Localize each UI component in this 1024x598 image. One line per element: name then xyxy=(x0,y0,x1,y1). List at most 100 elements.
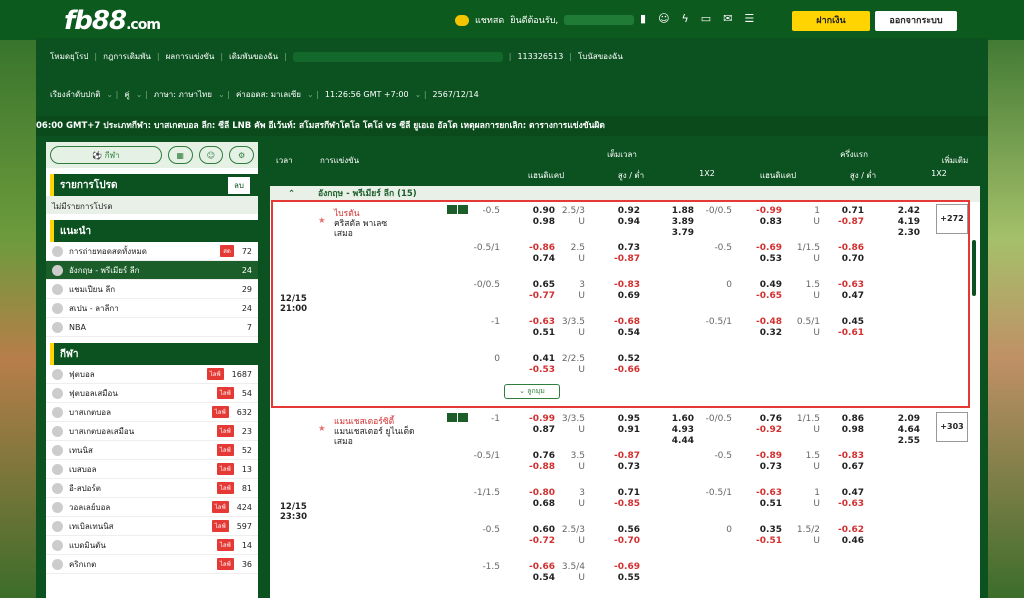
logo[interactable]: fb88.com xyxy=(64,6,161,36)
blurred-info xyxy=(292,51,503,62)
list-item[interactable]: เทเบิลเทนนิส ไลฟ์ 597 xyxy=(46,517,258,536)
favorite-star-icon[interactable]: ★ xyxy=(318,424,326,434)
nav-row-2: เรียงลำดับปกติ ⌄ | คู่ ⌄ | ภาษา: ภาษาไทย ⌄ … xyxy=(50,88,479,101)
calendar-icon[interactable]: ▦ xyxy=(167,146,193,164)
sport-icon xyxy=(52,425,63,437)
deposit-button[interactable]: ฝากเงิน xyxy=(792,11,870,31)
settings-icon[interactable]: ⚙ xyxy=(229,146,254,164)
odds-cell[interactable]: 0.73 xyxy=(744,462,782,472)
odds-cell[interactable]: -0.92 xyxy=(744,425,782,435)
sport-icon xyxy=(52,539,63,551)
person-icon[interactable]: ☺ xyxy=(658,12,669,25)
sport-icon xyxy=(52,463,63,475)
odds-cell[interactable]: -0.85 xyxy=(602,499,640,509)
sport-icon xyxy=(52,482,63,494)
odds-cell[interactable]: 0.51 xyxy=(744,499,782,509)
sport-button[interactable]: ⚽ กีฬา xyxy=(50,146,162,164)
odds-cell[interactable]: 0.91 xyxy=(602,425,640,435)
col-fulltime: เต็มเวลา xyxy=(607,150,637,159)
odds-cell[interactable]: -0.51 xyxy=(744,536,782,546)
odds-cell[interactable]: -0.70 xyxy=(602,536,640,546)
odds-cell[interactable]: 0.76 xyxy=(744,414,782,424)
odds-cell[interactable]: 0.67 xyxy=(826,462,864,472)
nav-my-bets[interactable]: เดิมพันของฉัน xyxy=(229,50,278,63)
flash-icon[interactable]: ϟ xyxy=(682,12,689,25)
odds-cell[interactable]: 0.47 xyxy=(826,488,864,498)
list-icon[interactable]: ☰ xyxy=(744,12,754,25)
odds-cell[interactable]: -0.63 xyxy=(744,488,782,498)
odds-cell[interactable]: 0.46 xyxy=(826,536,864,546)
delete-button[interactable]: ลบ xyxy=(228,176,250,194)
list-item[interactable]: ฟุตบอล ไลฟ์ 1687 xyxy=(46,365,258,384)
list-item[interactable]: การถ่ายทอดสดทั้งหมด สด 72 xyxy=(46,242,258,261)
live-badge: ไลฟ์ xyxy=(216,539,234,551)
odds-cell[interactable]: -0.69 xyxy=(602,562,640,572)
match-date: 12/15 xyxy=(280,502,307,512)
odds-cell: -1.5 xyxy=(482,562,500,572)
list-item-count: 54 xyxy=(241,388,252,398)
list-item-count: 24 xyxy=(241,303,252,313)
odds-cell[interactable]: 0.55 xyxy=(602,573,640,583)
more-bets-button[interactable]: +303 xyxy=(936,412,968,442)
nav-euro-mode[interactable]: โหมดยุโรป xyxy=(50,50,88,63)
list-item[interactable]: ฟุตบอลเสมือน ไลฟ์ 54 xyxy=(46,384,258,403)
bonus-icon[interactable]: ▮ xyxy=(640,12,646,25)
sports-header: กีฬา xyxy=(50,343,258,365)
list-item-label: เทนนิส xyxy=(69,445,93,455)
sort-select[interactable]: เรียงลำดับปกติ xyxy=(50,88,100,101)
list-item[interactable]: อังกฤษ - พรีเมียร์ ลีก 24 xyxy=(46,261,258,280)
ticket-icon[interactable]: ▭ xyxy=(701,12,711,25)
odds-cell[interactable]: 0.56 xyxy=(602,525,640,535)
odds-cell[interactable]: 4.44 xyxy=(656,436,694,446)
odds-cell[interactable]: -0.89 xyxy=(744,451,782,461)
odds-cell[interactable]: 4.93 xyxy=(656,425,694,435)
logout-button[interactable]: ออกจากระบบ xyxy=(875,11,957,31)
odds-cell[interactable]: 0.71 xyxy=(602,488,640,498)
chat-link[interactable]: แชทสด ยินดีต้อนรับ, xyxy=(455,13,635,27)
list-item[interactable]: NBA 7 xyxy=(46,318,258,337)
list-item[interactable]: บาสเกตบอล ไลฟ์ 632 xyxy=(46,403,258,422)
odds-cell[interactable]: 0.86 xyxy=(826,414,864,424)
background-art-right xyxy=(982,0,1024,598)
sport-icon xyxy=(52,444,63,456)
live-badge: ไลฟ์ xyxy=(206,368,224,380)
odds-cell[interactable]: 0.98 xyxy=(826,425,864,435)
scrollbar[interactable] xyxy=(972,240,976,296)
list-item[interactable]: แชมเปียน ลีก 29 xyxy=(46,280,258,299)
match-time: 23:30 xyxy=(280,512,308,522)
list-item[interactable]: แบดมินตัน ไลฟ์ 14 xyxy=(46,536,258,555)
people-icon[interactable]: ☺ xyxy=(198,146,224,164)
odds-cell[interactable]: -0.63 xyxy=(826,499,864,509)
list-item-count: 632 xyxy=(236,407,252,417)
odds-cell[interactable]: 1.60 xyxy=(656,414,694,424)
team-draw[interactable]: เสมอ xyxy=(334,434,353,448)
odds-cell[interactable]: -0.87 xyxy=(602,451,640,461)
list-item[interactable]: อี-สปอร์ต ไลฟ์ 81 xyxy=(46,479,258,498)
match-datetime: 12/15 23:30 xyxy=(280,502,307,522)
odds-cell: U xyxy=(578,573,585,583)
pair-select[interactable]: คู่ xyxy=(124,88,129,101)
odds-cell[interactable]: 0.95 xyxy=(602,414,640,424)
list-item[interactable]: เบสบอล ไลฟ์ 13 xyxy=(46,460,258,479)
list-item[interactable]: เทนนิส ไลฟ์ 52 xyxy=(46,441,258,460)
nav-rules[interactable]: กฎการเดิมพัน xyxy=(103,50,151,63)
nav-results[interactable]: ผลการแข่งขัน xyxy=(166,50,215,63)
nav-my-bonus[interactable]: โบนัสของฉัน xyxy=(578,50,623,63)
news-icon[interactable]: ✉ xyxy=(723,12,732,25)
odds-cell[interactable]: 0.73 xyxy=(602,462,640,472)
odds-cell[interactable]: 2.55 xyxy=(882,436,920,446)
list-item-label: การถ่ายทอดสดทั้งหมด xyxy=(69,246,147,256)
list-item[interactable]: วอลเลย์บอล ไลฟ์ 424 xyxy=(46,498,258,517)
odds-cell[interactable]: 2.09 xyxy=(882,414,920,424)
list-item-count: 1687 xyxy=(231,369,252,379)
odds-cell[interactable]: -0.62 xyxy=(826,525,864,535)
odds-select[interactable]: ค่าออดส: มาเลเซีย xyxy=(236,88,301,101)
list-item[interactable]: สเปน - ลาลีกา 24 xyxy=(46,299,258,318)
language-select[interactable]: ภาษา: ภาษาไทย xyxy=(154,88,212,101)
odds-cell[interactable]: -0.83 xyxy=(826,451,864,461)
odds-cell[interactable]: 0.35 xyxy=(744,525,782,535)
odds-cell[interactable]: 4.64 xyxy=(882,425,920,435)
sidebar-buttons: ⚽ กีฬา ▦ ☺ ⚙ xyxy=(46,142,258,168)
list-item[interactable]: คริกเกต ไลฟ์ 36 xyxy=(46,555,258,574)
list-item[interactable]: บาสเกตบอลเสมือน ไลฟ์ 23 xyxy=(46,422,258,441)
